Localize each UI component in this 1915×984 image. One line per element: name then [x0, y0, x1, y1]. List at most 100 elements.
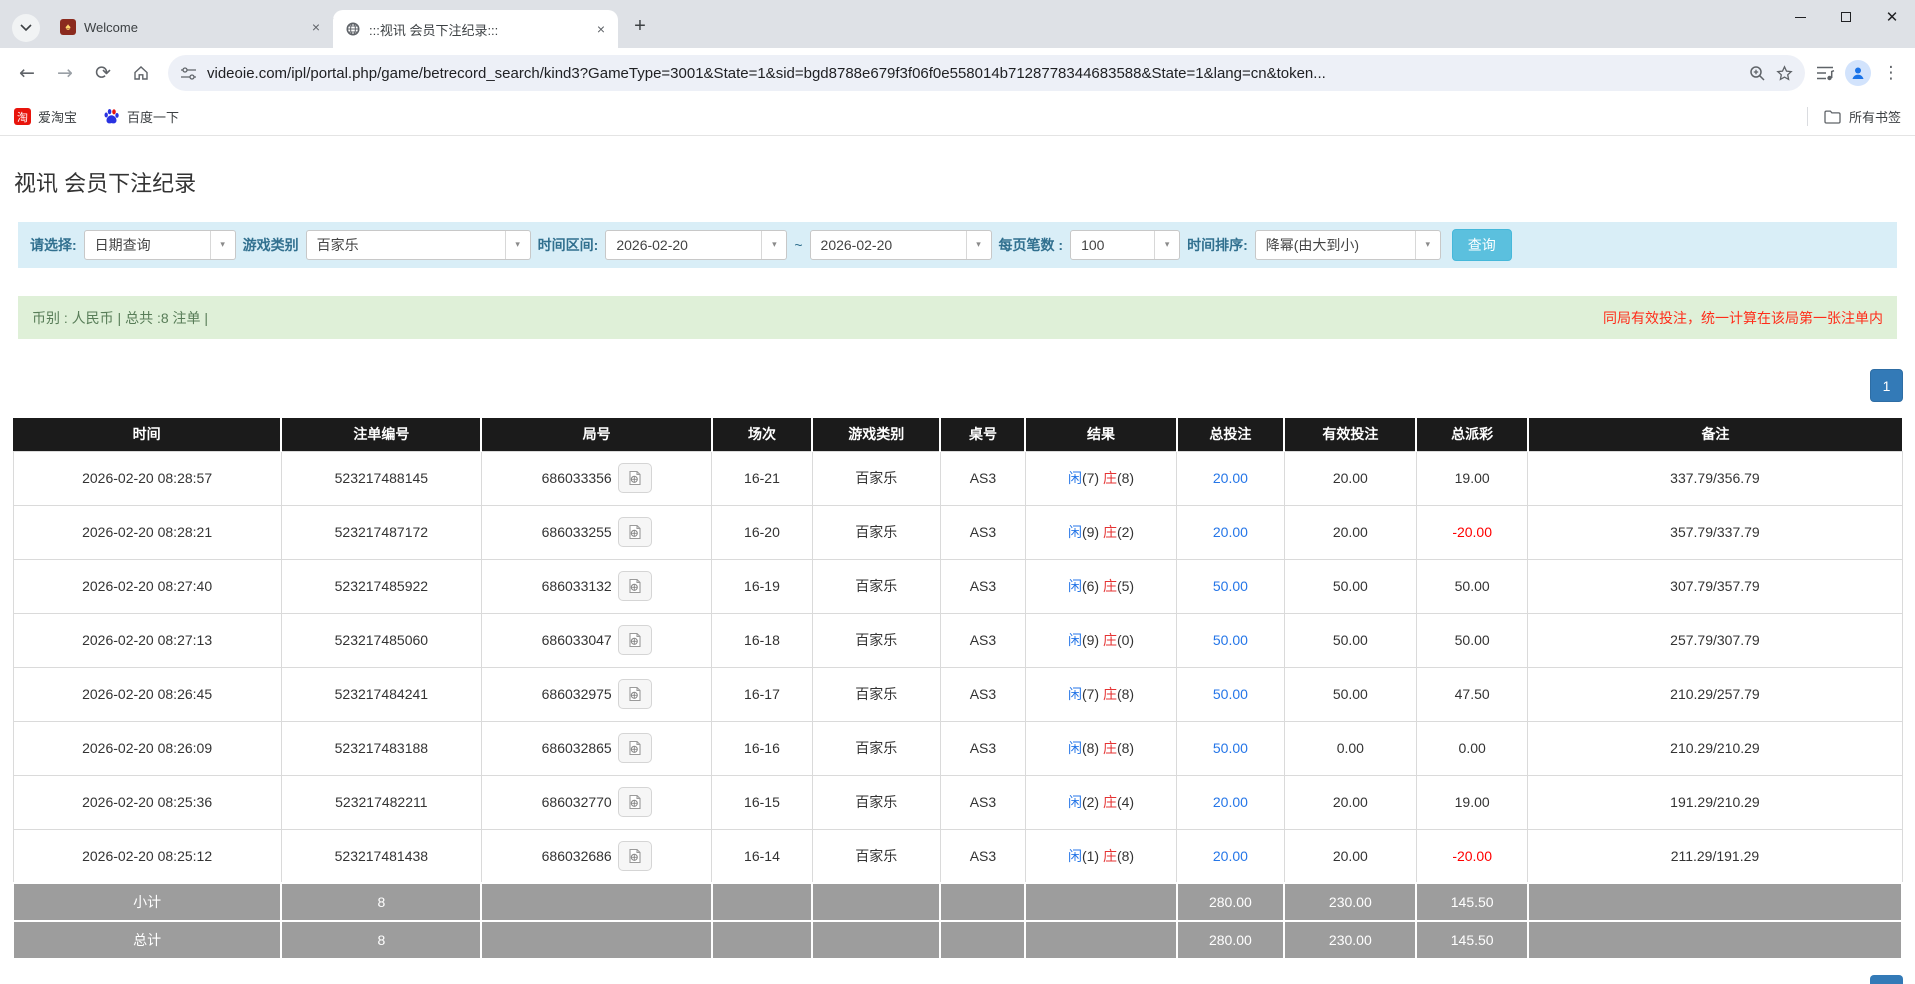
result-banker-label: 庄	[1102, 470, 1117, 486]
bet-records-table: 时间 注单编号 局号 场次 游戏类别 桌号 结果 总投注 有效投注 总派彩 备注…	[11, 418, 1904, 960]
cell-round: 686032686	[480, 828, 713, 884]
video-replay-button[interactable]	[617, 625, 652, 655]
date-from-input[interactable]: 2026-02-20 ▾	[605, 230, 788, 260]
page-1-button-bottom[interactable]	[1870, 975, 1903, 984]
tab-welcome[interactable]: ♠ Welcome ×	[48, 10, 334, 44]
video-replay-button[interactable]	[617, 679, 652, 709]
chevron-down-icon[interactable]: ▾	[965, 231, 991, 259]
back-icon: ←	[19, 62, 35, 84]
cell-session: 16-15	[711, 774, 813, 830]
media-controls-icon[interactable]	[1815, 65, 1835, 81]
video-replay-button[interactable]	[617, 571, 652, 601]
search-button[interactable]: 查询	[1451, 229, 1512, 261]
bookmark-baidu[interactable]: 百度一下	[103, 107, 179, 126]
close-icon[interactable]: ×	[307, 18, 325, 36]
chevron-down-icon[interactable]: ▾	[1414, 231, 1440, 259]
forward-button[interactable]: →	[48, 56, 82, 90]
video-replay-button[interactable]	[617, 463, 652, 493]
browser-tab-bar: ♠ Welcome × :::视讯 会员下注纪录::: × + ✕	[0, 0, 1915, 48]
result-player-label: 闲	[1067, 632, 1082, 648]
tab-betrecord[interactable]: :::视讯 会员下注纪录::: ×	[333, 10, 618, 48]
new-tab-button[interactable]: +	[626, 12, 654, 40]
result-player-label: 闲	[1067, 740, 1082, 756]
result-player-label: 闲	[1067, 794, 1082, 810]
minimize-button[interactable]	[1777, 0, 1823, 34]
header-payout: 总派彩	[1416, 418, 1529, 451]
subtotal-payout: 145.50	[1415, 882, 1529, 922]
url-text[interactable]: videoie.com/ipl/portal.php/game/betrecor…	[207, 65, 1739, 82]
sort-order-select[interactable]: 降幂(由大到小) ▾	[1254, 230, 1441, 260]
home-button[interactable]	[124, 56, 158, 90]
page-1-button[interactable]: 1	[1870, 369, 1903, 402]
cell-result: 闲(6) 庄(5)	[1024, 558, 1178, 614]
video-replay-button[interactable]	[617, 733, 652, 763]
cell-bet-id: 523217485922	[280, 558, 482, 614]
home-icon	[134, 66, 148, 80]
maximize-button[interactable]	[1823, 0, 1869, 34]
bookmarks-bar: 淘 爱淘宝 百度一下 所有书签	[0, 98, 1915, 136]
date-to-input[interactable]: 2026-02-20 ▾	[809, 230, 992, 260]
cell-total-bet[interactable]: 20.00	[1176, 450, 1285, 506]
close-window-button[interactable]: ✕	[1869, 0, 1915, 34]
cell-valid-bet: 20.00	[1283, 774, 1417, 830]
result-banker-label: 庄	[1102, 794, 1117, 810]
zoom-icon[interactable]	[1749, 65, 1766, 82]
result-player-score: (7)	[1081, 470, 1100, 486]
result-banker-label: 庄	[1102, 578, 1117, 594]
cell-total-bet[interactable]: 20.00	[1176, 774, 1285, 830]
page-size-select[interactable]: 100 ▾	[1070, 230, 1181, 260]
video-replay-button[interactable]	[617, 787, 652, 817]
cell-total-bet[interactable]: 50.00	[1176, 612, 1285, 668]
round-number: 686033255	[541, 524, 612, 540]
chevron-down-icon[interactable]: ▾	[1154, 231, 1179, 259]
all-bookmarks-button[interactable]: 所有书签	[1806, 107, 1901, 126]
table-row: 2026-02-20 08:28:21 523217487172 6860332…	[12, 504, 1903, 560]
cell-total-bet[interactable]: 50.00	[1176, 666, 1285, 722]
cell-round: 686033356	[480, 450, 713, 506]
folder-icon	[1824, 109, 1841, 124]
bookmark-taobao[interactable]: 淘 爱淘宝	[14, 107, 77, 126]
cell-time: 2026-02-20 08:27:40	[12, 558, 282, 614]
minimize-icon	[1794, 16, 1806, 18]
page-size-value: 100	[1081, 237, 1105, 253]
video-replay-button[interactable]	[617, 840, 652, 871]
result-banker-score: (8)	[1116, 686, 1135, 702]
address-bar[interactable]: videoie.com/ipl/portal.php/game/betrecor…	[168, 55, 1805, 91]
cell-valid-bet: 20.00	[1283, 504, 1417, 560]
profile-avatar-icon[interactable]	[1845, 60, 1871, 86]
cell-bet-id: 523217484241	[280, 666, 482, 722]
cell-total-bet[interactable]: 50.00	[1176, 720, 1285, 776]
cell-table-no: AS3	[939, 666, 1026, 722]
chevron-down-icon[interactable]: ▾	[504, 231, 530, 259]
cell-remark: 357.79/337.79	[1527, 504, 1903, 560]
bookmark-star-icon[interactable]	[1776, 64, 1793, 82]
cell-time: 2026-02-20 08:25:12	[12, 828, 282, 884]
chevron-down-icon[interactable]: ▾	[209, 231, 235, 259]
video-replay-button[interactable]	[617, 517, 652, 547]
cell-game-type: 百家乐	[811, 666, 941, 722]
total-payout: 145.50	[1415, 920, 1529, 960]
cell-total-bet[interactable]: 20.00	[1176, 504, 1285, 560]
result-player-score: (8)	[1081, 740, 1100, 756]
header-game-type: 游戏类别	[812, 418, 942, 451]
game-type-select[interactable]: 百家乐 ▾	[305, 230, 531, 260]
cell-total-bet[interactable]: 50.00	[1176, 558, 1285, 614]
site-info-icon[interactable]	[180, 66, 197, 81]
reload-button[interactable]: ⟳	[86, 56, 120, 90]
chevron-down-icon[interactable]: ▾	[761, 231, 786, 259]
table-row: 2026-02-20 08:26:45 523217484241 6860329…	[12, 666, 1903, 722]
back-button[interactable]: ←	[10, 56, 44, 90]
menu-kebab-icon[interactable]: ⋮	[1881, 63, 1901, 83]
total-label: 总计	[11, 920, 283, 960]
cell-total-bet[interactable]: 20.00	[1176, 828, 1285, 884]
result-player-score: (9)	[1081, 524, 1100, 540]
close-icon[interactable]: ×	[592, 20, 610, 38]
cell-remark: 210.29/210.29	[1527, 720, 1903, 776]
cell-round: 686033255	[480, 504, 713, 560]
query-type-select[interactable]: 日期查询 ▾	[83, 230, 236, 260]
tab-search-button[interactable]	[12, 14, 40, 42]
welcome-favicon-icon: ♠	[60, 19, 76, 35]
cell-table-no: AS3	[939, 720, 1026, 776]
header-bet-id: 注单编号	[281, 418, 483, 451]
result-banker-score: (2)	[1116, 524, 1135, 540]
